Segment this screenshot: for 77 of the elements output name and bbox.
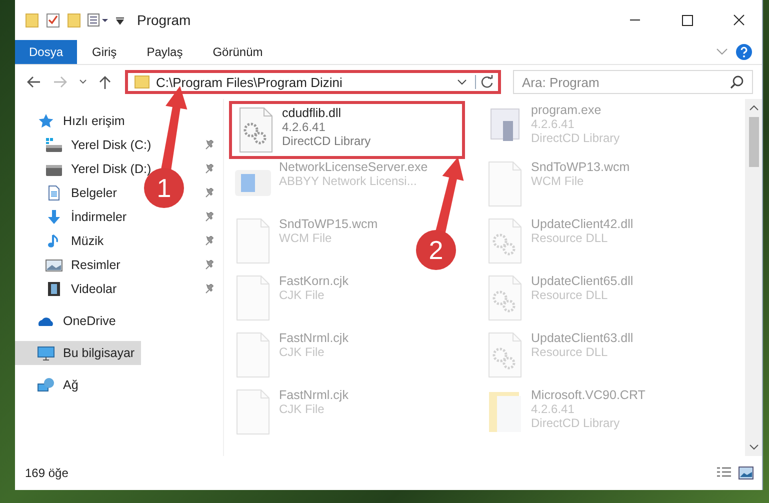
- sidebar-item[interactable]: Bu bilgisayar: [15, 341, 141, 365]
- ribbon-tab[interactable]: Görünüm: [198, 40, 278, 64]
- file-detail: WCM File: [279, 231, 333, 245]
- sidebar-item[interactable]: Müzik: [15, 229, 104, 253]
- file-detail: CJK File: [279, 288, 326, 302]
- sidebar-item[interactable]: Yerel Disk (C:): [15, 133, 152, 157]
- back-arrow-icon[interactable]: [27, 76, 41, 88]
- ribbon-tab[interactable]: Giriş: [77, 40, 132, 64]
- file-detail: Resource DLL: [531, 231, 609, 245]
- pin-icon[interactable]: [205, 260, 215, 270]
- file-detail: Resource DLL: [531, 345, 609, 359]
- chevron-icon[interactable]: [457, 79, 467, 85]
- properties-icon[interactable]: [87, 13, 109, 27]
- folder-icon: [134, 75, 150, 89]
- chevron-icon[interactable]: [79, 79, 87, 85]
- large-icons-view-icon[interactable]: [738, 466, 754, 480]
- pin-icon[interactable]: [205, 140, 215, 150]
- star-icon: [37, 113, 55, 129]
- film-icon: [45, 281, 63, 297]
- file-name: UpdateClient65.dll: [531, 274, 634, 288]
- sidebar-item[interactable]: Resimler: [15, 253, 120, 277]
- file-name: SndToWP15.wcm: [279, 217, 378, 231]
- file-detail: ABBYY Network Licensi...: [279, 174, 418, 188]
- pin-icon[interactable]: [205, 236, 215, 246]
- monitor-icon: [37, 345, 55, 361]
- picture-icon: [45, 257, 63, 273]
- help-icon[interactable]: [736, 44, 752, 60]
- file-name: FastNrml.cjk: [279, 388, 348, 402]
- file-detail: DirectCD Library: [531, 131, 620, 145]
- sidebar-item[interactable]: OneDrive: [15, 309, 116, 333]
- pin-icon[interactable]: [205, 284, 215, 294]
- file-detail: DirectCD Library: [282, 134, 371, 148]
- pin-icon[interactable]: [205, 188, 215, 198]
- sidebar-item[interactable]: Yerel Disk (D:): [15, 157, 152, 181]
- up-chevron-icon[interactable]: [748, 105, 758, 111]
- file-item[interactable]: cdudflib.dll 4.2.6.41 DirectCD Library: [229, 101, 465, 159]
- sidebar-item[interactable]: Hızlı erişim: [15, 109, 125, 133]
- search-icon[interactable]: [730, 75, 744, 89]
- down-arrow-icon: [45, 209, 63, 225]
- file-detail: CJK File: [279, 402, 326, 416]
- address-field[interactable]: C:\Program Files\Program Dizini: [125, 70, 501, 94]
- file-name: FastNrml.cjk: [279, 331, 348, 345]
- pin-icon[interactable]: [205, 164, 215, 174]
- file-detail: 4.2.6.41: [282, 120, 326, 134]
- ribbon-tab[interactable]: Paylaş: [132, 40, 198, 64]
- window-title: Program: [137, 12, 191, 28]
- dropdown-icon[interactable]: [115, 15, 125, 25]
- file-name: UpdateClient63.dll: [531, 331, 634, 345]
- checkmark-icon[interactable]: [45, 12, 61, 28]
- network-icon: [37, 377, 55, 393]
- pin-icon[interactable]: [205, 212, 215, 222]
- file-name: cdudflib.dll: [282, 106, 342, 120]
- scrollbar-thumb[interactable]: [748, 117, 758, 167]
- sidebar-item[interactable]: Belgeler: [15, 181, 117, 205]
- ribbon-tab[interactable]: Dosya: [15, 40, 78, 64]
- down-chevron-icon[interactable]: [748, 444, 758, 450]
- drive-icon: [45, 137, 63, 153]
- file-detail: 4.2.6.41: [531, 117, 576, 131]
- file-detail: CJK File: [279, 345, 326, 359]
- step-badge: 2: [416, 230, 456, 270]
- file-name: UpdateClient42.dll: [531, 217, 634, 231]
- file-detail: DirectCD Library: [531, 416, 621, 430]
- search-field[interactable]: Ara: Program: [513, 70, 753, 94]
- sidebar-item[interactable]: Ağ: [15, 373, 78, 397]
- file-detail: 4.2.6.41: [531, 402, 576, 416]
- file-detail: Resource DLL: [531, 288, 609, 302]
- file-name: FastKorn.cjk: [279, 274, 348, 288]
- file-name: program.exe: [531, 103, 602, 117]
- file-name: NetworkLicenseServer.exe: [279, 160, 428, 174]
- sidebar-item[interactable]: İndirmeler: [15, 205, 127, 229]
- scrollbar[interactable]: [745, 99, 762, 456]
- file-name: SndToWP13.wcm: [531, 160, 630, 174]
- item-count: 169 öğe: [25, 466, 68, 480]
- up-arrow-icon[interactable]: [99, 75, 111, 89]
- sidebar-item[interactable]: Videolar: [15, 277, 117, 301]
- file-name: Microsoft.VC90.CRT: [531, 388, 646, 402]
- file-detail: WCM File: [531, 174, 585, 188]
